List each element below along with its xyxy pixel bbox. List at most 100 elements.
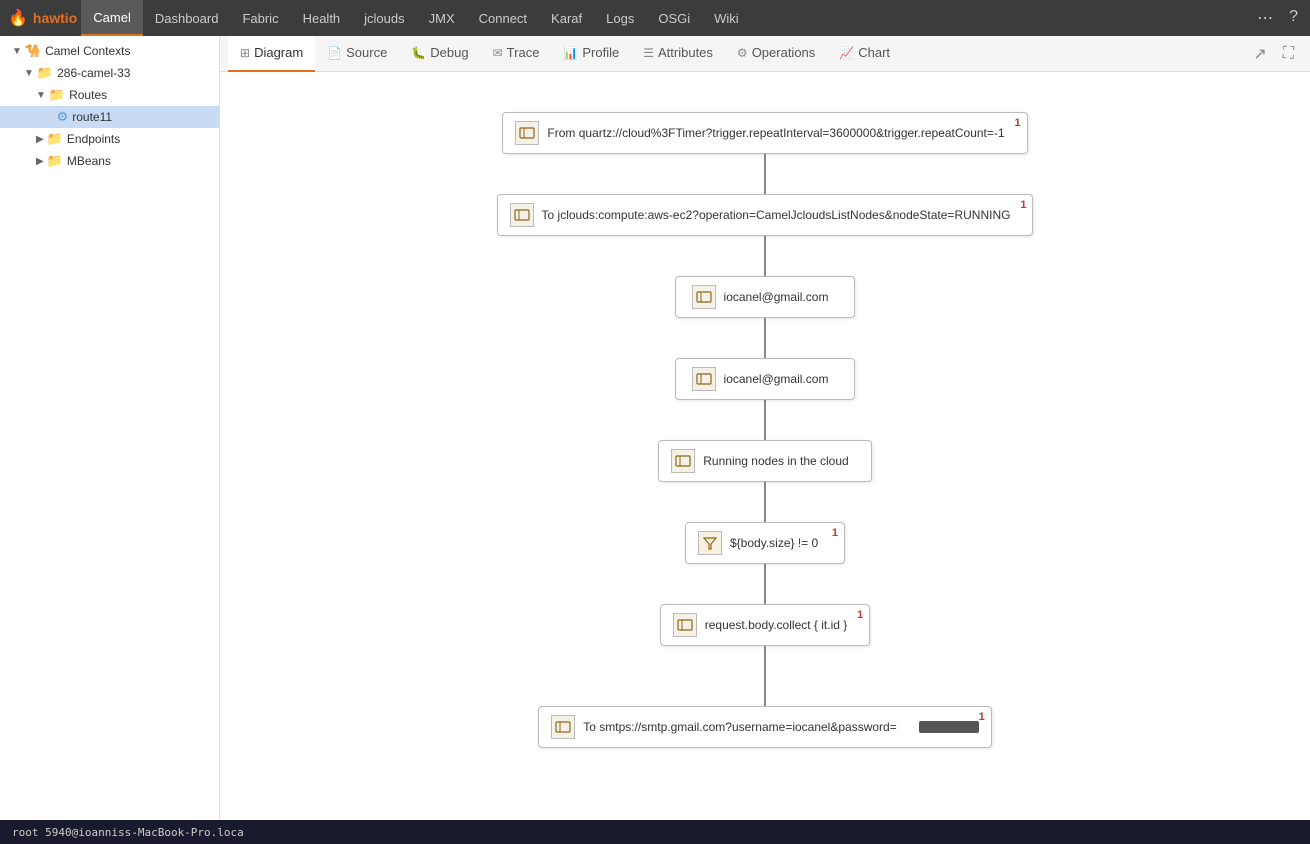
toggle-routes: ▼ xyxy=(36,90,46,101)
app-logo: 🔥 hawtio xyxy=(8,8,77,28)
camel-contexts-icon: 🐪 xyxy=(25,43,41,59)
node-to-smtp-badge: 1 xyxy=(979,711,985,723)
connector-7 xyxy=(764,646,766,706)
nav-logs[interactable]: Logs xyxy=(594,0,646,36)
tab-debug[interactable]: 🐛 Debug xyxy=(399,36,480,72)
node-to-smtp-icon xyxy=(551,715,575,739)
sidebar-item-mbeans[interactable]: ▶ 📁 MBeans xyxy=(0,150,219,172)
nav-wiki[interactable]: Wiki xyxy=(702,0,751,36)
diagram-canvas[interactable]: From quartz://cloud%3FTimer?trigger.repe… xyxy=(220,72,1310,820)
node-process1-container: iocanel@gmail.com xyxy=(675,276,855,358)
node-from-badge: 1 xyxy=(1014,117,1020,129)
toggle-286-camel-33: ▼ xyxy=(24,68,34,79)
diagram-tab-icon: ⊞ xyxy=(240,46,250,60)
node-smtp-redacted xyxy=(919,721,979,733)
nav-dashboard[interactable]: Dashboard xyxy=(143,0,231,36)
node-process1[interactable]: iocanel@gmail.com xyxy=(675,276,855,318)
node-process4-text: request.body.collect { it.id } xyxy=(705,618,858,632)
tab-profile-label: Profile xyxy=(582,45,619,60)
node-process2[interactable]: iocanel@gmail.com xyxy=(675,358,855,400)
connector-2 xyxy=(764,236,766,276)
node-from[interactable]: From quartz://cloud%3FTimer?trigger.repe… xyxy=(502,112,1027,154)
help-icon[interactable]: ? xyxy=(1285,4,1302,32)
node-process4-badge: 1 xyxy=(857,609,863,621)
sidebar-label-mbeans: MBeans xyxy=(67,154,111,168)
sidebar-label-routes: Routes xyxy=(69,88,107,102)
sidebar-item-camel-contexts[interactable]: ▼ 🐪 Camel Contexts xyxy=(0,40,219,62)
nav-jclouds[interactable]: jclouds xyxy=(352,0,416,36)
node-filter-text: ${body.size} != 0 xyxy=(730,536,828,550)
share-icon[interactable]: ⋯ xyxy=(1253,4,1277,32)
diagram-content: From quartz://cloud%3FTimer?trigger.repe… xyxy=(240,92,1290,820)
node-to-jclouds-text: To jclouds:compute:aws-ec2?operation=Cam… xyxy=(542,208,1021,222)
tab-source[interactable]: 📄 Source xyxy=(315,36,399,72)
node-to-jclouds-icon xyxy=(510,203,534,227)
source-tab-icon: 📄 xyxy=(327,46,342,60)
sidebar: ▼ 🐪 Camel Contexts ▼ 📁 286-camel-33 ▼ 📁 … xyxy=(0,36,220,820)
nav-karaf[interactable]: Karaf xyxy=(539,0,594,36)
route-icon: ⚙ xyxy=(57,109,69,125)
sidebar-label-camel-contexts: Camel Contexts xyxy=(45,44,130,58)
node-filter-container: ${body.size} != 0 1 xyxy=(685,522,845,604)
share-diagram-btn[interactable]: ↗ xyxy=(1245,40,1274,68)
node-filter-icon xyxy=(698,531,722,555)
node-to-jclouds-badge: 1 xyxy=(1020,199,1026,211)
tab-attributes[interactable]: ☰ Attributes xyxy=(631,36,725,72)
node-filter-badge: 1 xyxy=(832,527,838,539)
tab-profile[interactable]: 📊 Profile xyxy=(551,36,631,72)
chart-tab-icon: 📈 xyxy=(839,46,854,60)
tab-chart[interactable]: 📈 Chart xyxy=(827,36,902,72)
connector-3 xyxy=(764,318,766,358)
tab-chart-label: Chart xyxy=(858,45,890,60)
sidebar-item-endpoints[interactable]: ▶ 📁 Endpoints xyxy=(0,128,219,150)
logo-icon: 🔥 xyxy=(8,8,28,28)
node-to-jclouds[interactable]: To jclouds:compute:aws-ec2?operation=Cam… xyxy=(497,194,1034,236)
tab-diagram-label: Diagram xyxy=(254,45,303,60)
folder-icon-mbeans: 📁 xyxy=(47,153,63,169)
folder-icon-286: 📁 xyxy=(37,65,53,81)
node-from-text: From quartz://cloud%3FTimer?trigger.repe… xyxy=(547,126,1014,140)
sidebar-label-286: 286-camel-33 xyxy=(57,66,130,80)
node-process1-text: iocanel@gmail.com xyxy=(724,290,839,304)
node-process4[interactable]: request.body.collect { it.id } 1 xyxy=(660,604,871,646)
tab-operations[interactable]: ⚙ Operations xyxy=(725,36,827,72)
connector-6 xyxy=(764,564,766,604)
node-filter[interactable]: ${body.size} != 0 1 xyxy=(685,522,845,564)
sidebar-label-route11: route11 xyxy=(72,110,112,124)
logo-text: hawtio xyxy=(33,10,77,26)
profile-tab-icon: 📊 xyxy=(563,46,578,60)
nav-health[interactable]: Health xyxy=(291,0,353,36)
fullscreen-btn[interactable]: ⛶ xyxy=(1275,41,1302,67)
node-to-jclouds-container: To jclouds:compute:aws-ec2?operation=Cam… xyxy=(497,194,1034,276)
node-process1-icon xyxy=(692,285,716,309)
terminal-bar: root 5940@ioanniss-MacBook-Pro.loca xyxy=(0,820,1310,844)
tab-diagram[interactable]: ⊞ Diagram xyxy=(228,36,315,72)
node-process3-text: Running nodes in the cloud xyxy=(703,454,858,468)
node-from-container: From quartz://cloud%3FTimer?trigger.repe… xyxy=(502,112,1027,194)
tab-trace[interactable]: ✉ Trace xyxy=(481,36,552,72)
node-process2-icon xyxy=(692,367,716,391)
nav-jmx[interactable]: JMX xyxy=(417,0,467,36)
node-process4-icon xyxy=(673,613,697,637)
node-process3[interactable]: Running nodes in the cloud xyxy=(658,440,871,482)
connector-4 xyxy=(764,400,766,440)
node-process3-icon xyxy=(671,449,695,473)
nav-osgi[interactable]: OSGi xyxy=(646,0,702,36)
operations-tab-icon: ⚙ xyxy=(737,46,748,60)
sidebar-label-endpoints: Endpoints xyxy=(67,132,120,146)
sidebar-item-route11[interactable]: ⚙ route11 xyxy=(0,106,219,128)
sidebar-item-286-camel-33[interactable]: ▼ 📁 286-camel-33 xyxy=(0,62,219,84)
main-area: ▼ 🐪 Camel Contexts ▼ 📁 286-camel-33 ▼ 📁 … xyxy=(0,36,1310,820)
node-to-smtp[interactable]: To smtps://smtp.gmail.com?username=iocan… xyxy=(538,706,991,748)
toggle-route11 xyxy=(48,112,54,123)
nav-icon-group: ⋯ ? xyxy=(1253,4,1302,32)
nav-connect[interactable]: Connect xyxy=(467,0,539,36)
tab-debug-label: Debug xyxy=(430,45,468,60)
nav-camel[interactable]: Camel xyxy=(81,0,143,36)
sidebar-item-routes[interactable]: ▼ 📁 Routes xyxy=(0,84,219,106)
toggle-endpoints: ▶ xyxy=(36,134,44,145)
top-navigation: 🔥 hawtio Camel Dashboard Fabric Health j… xyxy=(0,0,1310,36)
nav-fabric[interactable]: Fabric xyxy=(230,0,290,36)
tab-operations-label: Operations xyxy=(752,45,816,60)
trace-tab-icon: ✉ xyxy=(493,46,503,60)
